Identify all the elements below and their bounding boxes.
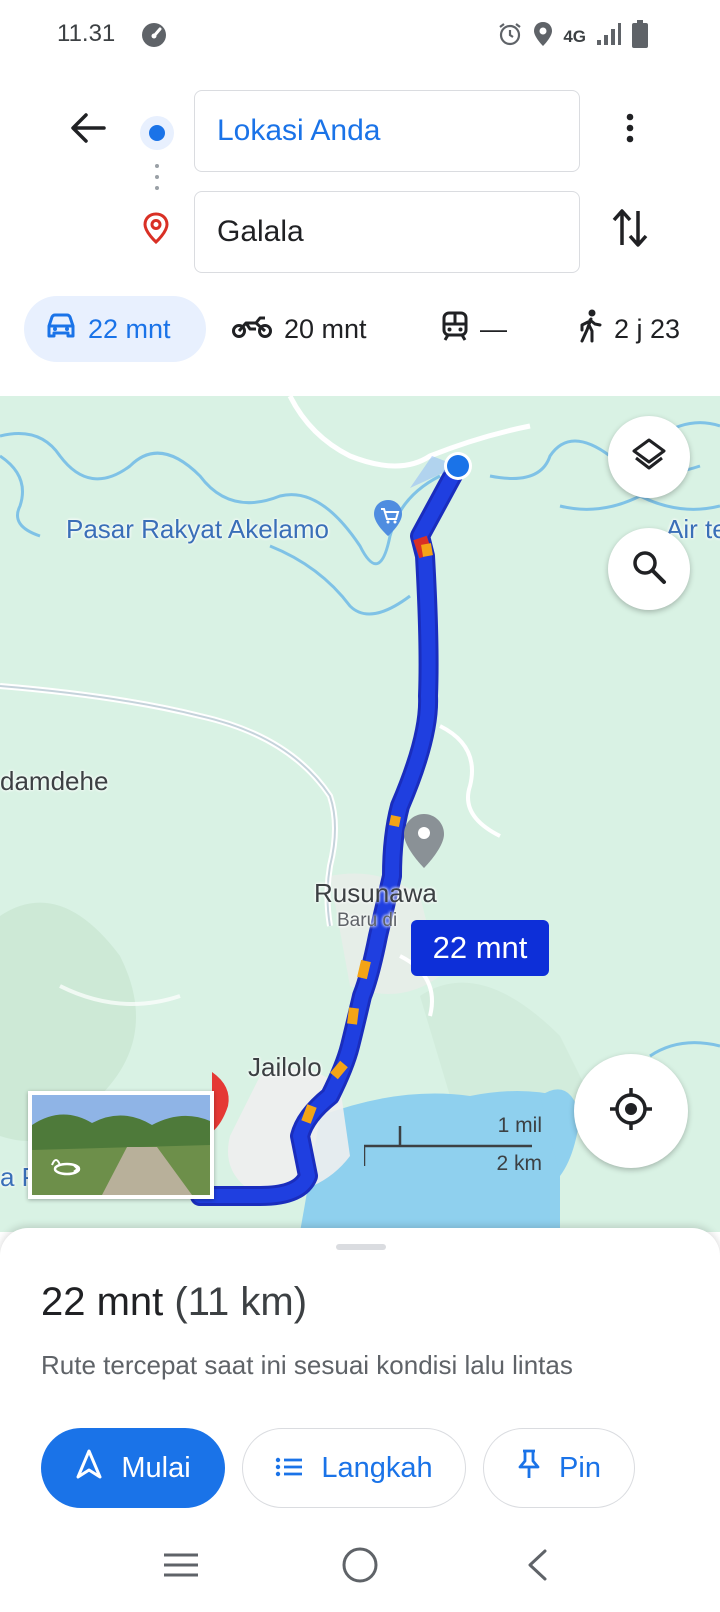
layers-button[interactable] — [608, 416, 690, 498]
traffic-slow-segment — [357, 959, 371, 980]
route-distance: (11 km) — [174, 1280, 308, 1324]
recent-apps-icon — [163, 1552, 199, 1583]
route-duration: 22 mnt — [41, 1280, 164, 1324]
home-icon — [341, 1546, 379, 1589]
mode-transit-label: — — [480, 313, 507, 344]
more-vert-icon — [626, 113, 634, 148]
steps-button[interactable]: Langkah — [242, 1428, 466, 1508]
back-button[interactable] — [64, 106, 112, 154]
status-time: 11.31 — [57, 20, 116, 47]
location-icon — [533, 21, 553, 52]
car-icon — [46, 313, 76, 346]
route-duration-chip[interactable]: 22 mnt — [411, 920, 549, 976]
scale-imperial: 1 mil — [497, 1114, 542, 1137]
pin-icon — [517, 1448, 541, 1488]
alarm-icon — [497, 21, 523, 52]
map-scale: 1 mil 2 km — [364, 1114, 542, 1184]
mode-transit[interactable]: — — [442, 296, 507, 362]
my-location-button[interactable] — [574, 1054, 688, 1168]
mode-walking-label: 2 j 23 — [614, 313, 681, 344]
swap-icon — [612, 207, 648, 254]
status-bar: 11.31 4G — [0, 0, 720, 66]
pin-label: Pin — [559, 1451, 601, 1484]
walk-icon — [578, 309, 602, 350]
map-label-damdehe: damdehe — [0, 766, 109, 796]
transit-icon — [442, 311, 468, 348]
my-location-icon — [608, 1086, 654, 1137]
traffic-slow-segment — [421, 543, 433, 557]
search-icon — [631, 549, 667, 590]
back-arrow-icon — [70, 112, 106, 149]
recent-apps-button[interactable] — [156, 1542, 206, 1592]
street-view-360-icon — [52, 1161, 82, 1182]
network-type: 4G — [563, 26, 586, 46]
battery-icon — [632, 20, 648, 53]
start-button[interactable]: Mulai — [41, 1428, 225, 1508]
map-label-jailolo: Jailolo — [248, 1052, 322, 1082]
mode-motorcycle-label: 20 mnt — [284, 313, 367, 344]
steps-label: Langkah — [321, 1451, 433, 1484]
layers-icon — [631, 437, 667, 478]
more-options-button[interactable] — [610, 106, 650, 154]
destination-pin-icon — [143, 212, 169, 249]
motorcycle-icon — [232, 313, 272, 346]
system-navigation-bar — [0, 1520, 720, 1612]
start-label: Mulai — [121, 1451, 191, 1484]
map-view[interactable]: Pasar Rakyat Akelamo Air te damdehe Rusu… — [0, 396, 720, 1232]
mode-walking[interactable]: 2 j 23 — [578, 296, 680, 362]
sheet-drag-handle[interactable] — [336, 1244, 386, 1250]
mode-motorcycle[interactable]: 20 mnt — [232, 296, 367, 362]
signal-icon — [596, 22, 622, 51]
home-button[interactable] — [335, 1542, 385, 1592]
route-connector — [155, 164, 159, 190]
traffic-slow-segment — [301, 1104, 317, 1124]
street-view-thumbnail[interactable] — [28, 1091, 214, 1199]
map-label-baru-di: Baru di — [337, 910, 398, 931]
traffic-slow-segment — [347, 1007, 359, 1025]
destination-input[interactable]: Galala — [194, 191, 580, 273]
scale-metric: 2 km — [496, 1152, 542, 1175]
back-icon — [525, 1548, 549, 1587]
swap-button[interactable] — [606, 206, 654, 254]
travel-mode-bar: 22 mnt 20 mnt — 2 j 23 — [0, 296, 720, 366]
search-along-route-button[interactable] — [608, 528, 690, 610]
origin-dot-icon — [140, 116, 174, 150]
map-label-market[interactable]: Pasar Rakyat Akelamo — [66, 514, 329, 545]
mode-driving[interactable]: 22 mnt — [24, 296, 206, 362]
map-label-rusunawa[interactable]: Rusunawa — [314, 878, 437, 909]
pin-button[interactable]: Pin — [483, 1428, 635, 1508]
route-summary: 22 mnt (11 km) — [41, 1280, 307, 1325]
route-description: Rute tercepat saat ini sesuai kondisi la… — [41, 1350, 573, 1380]
navigation-arrow-icon — [75, 1449, 103, 1487]
origin-input[interactable]: Lokasi Anda — [194, 90, 580, 172]
speedometer-icon — [141, 22, 167, 53]
mode-driving-label: 22 mnt — [88, 313, 171, 344]
system-back-button[interactable] — [512, 1542, 562, 1592]
traffic-slow-segment — [389, 815, 401, 827]
list-icon — [275, 1452, 303, 1485]
